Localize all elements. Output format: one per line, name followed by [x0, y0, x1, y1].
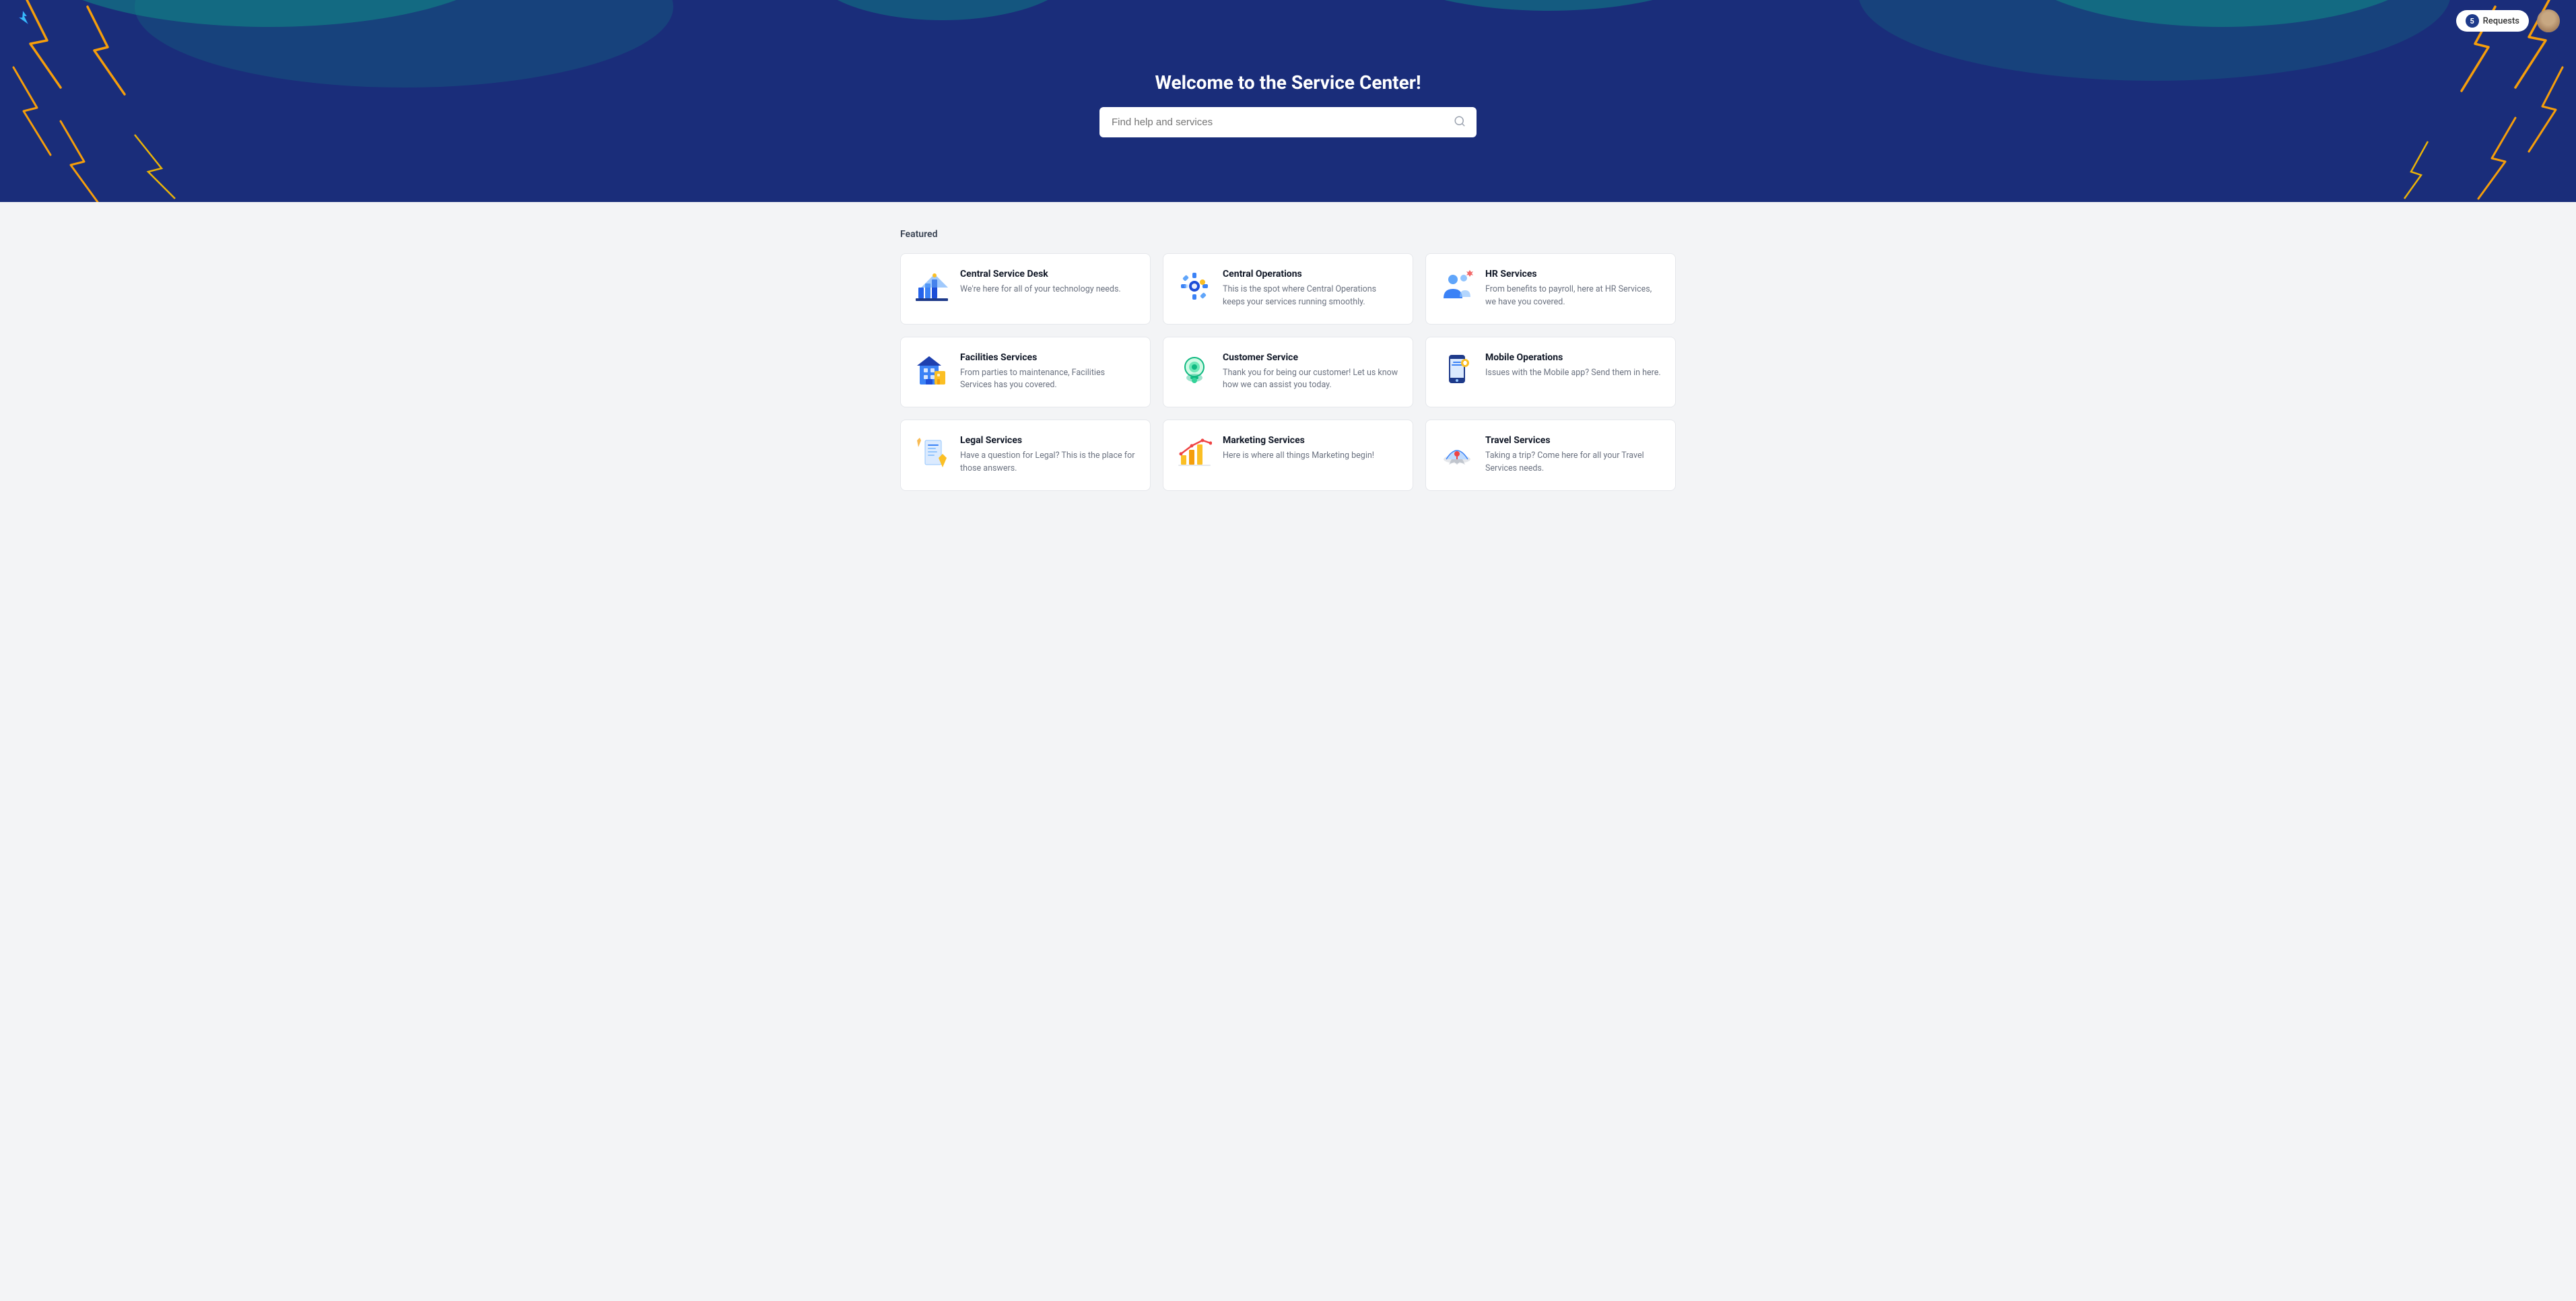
card-mobile-operations[interactable]: Mobile Operations Issues with the Mobile…: [1425, 337, 1676, 408]
card-body-facilities-services: Facilities Services From parties to main…: [960, 352, 1137, 393]
card-icon-hr-services: [1439, 269, 1475, 304]
card-icon-marketing-services: [1177, 435, 1212, 470]
hero-background: [0, 0, 2576, 202]
card-hr-services[interactable]: HR Services From benefits to payroll, he…: [1425, 253, 1676, 325]
card-desc-central-service-desk: We're here for all of your technology ne…: [960, 283, 1121, 296]
card-desc-marketing-services: Here is where all things Marketing begin…: [1223, 450, 1374, 463]
card-title-hr-services: HR Services: [1485, 269, 1662, 279]
card-desc-legal-services: Have a question for Legal? This is the p…: [960, 450, 1137, 475]
hero-banner: Welcome to the Service Center!: [0, 0, 2576, 202]
search-bar: [1099, 107, 1477, 137]
card-travel-services[interactable]: Travel Services Taking a trip? Come here…: [1425, 420, 1676, 491]
card-body-central-service-desk: Central Service Desk We're here for all …: [960, 269, 1121, 296]
card-desc-customer-service: Thank you for being our customer! Let us…: [1223, 367, 1399, 393]
card-desc-hr-services: From benefits to payroll, here at HR Ser…: [1485, 283, 1662, 309]
top-navigation: 5 Requests: [2440, 0, 2576, 42]
card-title-central-service-desk: Central Service Desk: [960, 269, 1121, 279]
card-body-travel-services: Travel Services Taking a trip? Come here…: [1485, 435, 1662, 475]
card-desc-mobile-operations: Issues with the Mobile app? Send them in…: [1485, 367, 1661, 380]
search-input[interactable]: [1099, 107, 1477, 137]
card-icon-central-operations: [1177, 269, 1212, 304]
requests-button[interactable]: 5 Requests: [2456, 10, 2529, 32]
main-content: Featured Central Service Desk We're here…: [884, 202, 1692, 518]
card-icon-mobile-operations: [1439, 352, 1475, 387]
card-title-facilities-services: Facilities Services: [960, 352, 1137, 363]
card-desc-facilities-services: From parties to maintenance, Facilities …: [960, 367, 1137, 393]
card-central-service-desk[interactable]: Central Service Desk We're here for all …: [900, 253, 1151, 325]
card-body-mobile-operations: Mobile Operations Issues with the Mobile…: [1485, 352, 1661, 380]
card-facilities-services[interactable]: Facilities Services From parties to main…: [900, 337, 1151, 408]
card-icon-customer-service: [1177, 352, 1212, 387]
card-icon-travel-services: [1439, 435, 1475, 470]
card-icon-central-service-desk: [914, 269, 949, 304]
user-avatar[interactable]: [2537, 9, 2560, 32]
card-body-customer-service: Customer Service Thank you for being our…: [1223, 352, 1399, 393]
avatar-image: [2537, 9, 2560, 32]
app-logo[interactable]: [13, 9, 32, 31]
card-title-marketing-services: Marketing Services: [1223, 435, 1374, 446]
card-body-central-operations: Central Operations This is the spot wher…: [1223, 269, 1399, 309]
featured-section-label: Featured: [900, 229, 1676, 240]
card-title-mobile-operations: Mobile Operations: [1485, 352, 1661, 363]
card-central-operations[interactable]: Central Operations This is the spot wher…: [1163, 253, 1413, 325]
card-title-travel-services: Travel Services: [1485, 435, 1662, 446]
card-icon-facilities-services: [914, 352, 949, 387]
card-marketing-services[interactable]: Marketing Services Here is where all thi…: [1163, 420, 1413, 491]
logo-icon: [13, 9, 32, 28]
card-desc-central-operations: This is the spot where Central Operation…: [1223, 283, 1399, 309]
card-body-hr-services: HR Services From benefits to payroll, he…: [1485, 269, 1662, 309]
card-icon-legal-services: [914, 435, 949, 470]
featured-cards-grid: Central Service Desk We're here for all …: [900, 253, 1676, 491]
card-body-marketing-services: Marketing Services Here is where all thi…: [1223, 435, 1374, 463]
card-desc-travel-services: Taking a trip? Come here for all your Tr…: [1485, 450, 1662, 475]
hero-title: Welcome to the Service Center!: [1155, 71, 1421, 94]
card-title-customer-service: Customer Service: [1223, 352, 1399, 363]
card-customer-service[interactable]: Customer Service Thank you for being our…: [1163, 337, 1413, 408]
card-legal-services[interactable]: Legal Services Have a question for Legal…: [900, 420, 1151, 491]
lightning-left-svg: [0, 0, 236, 202]
card-title-central-operations: Central Operations: [1223, 269, 1399, 279]
card-body-legal-services: Legal Services Have a question for Legal…: [960, 435, 1137, 475]
requests-count: 5: [2466, 14, 2479, 28]
hero-map-svg: [0, 0, 2576, 202]
card-title-legal-services: Legal Services: [960, 435, 1137, 446]
requests-label: Requests: [2483, 16, 2519, 26]
